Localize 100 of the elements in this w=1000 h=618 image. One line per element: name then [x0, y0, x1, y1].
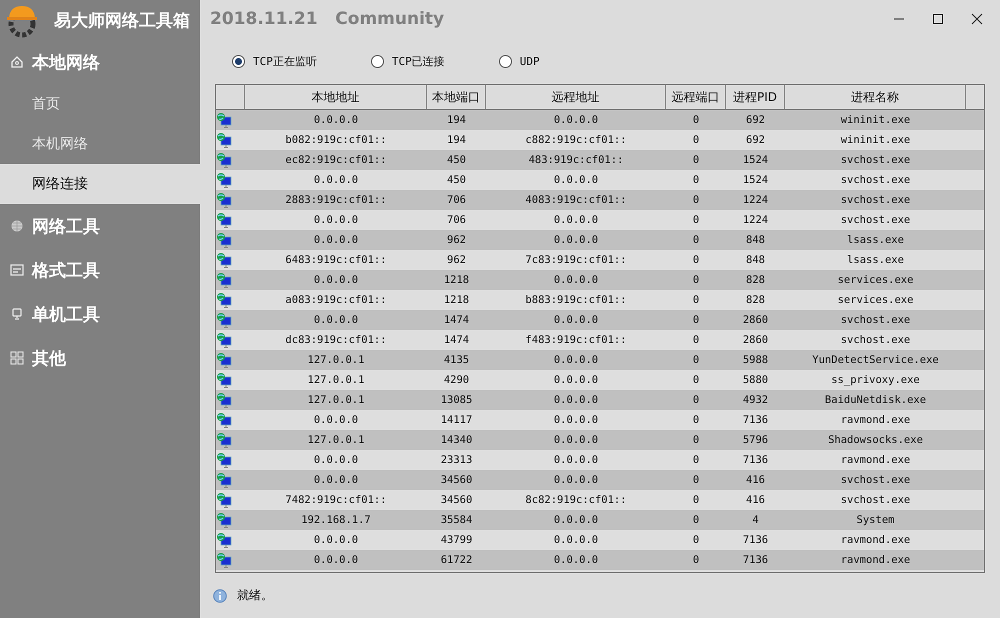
table-row[interactable]: 192.168.1.7 35584 0.0.0.0 0 4 System — [216, 510, 984, 530]
network-computer-icon — [216, 152, 232, 168]
table-row[interactable]: 0.0.0.0 1218 0.0.0.0 0 828 services.exe — [216, 270, 984, 290]
table-row[interactable]: 0.0.0.0 61722 0.0.0.0 0 7136 ravmond.exe — [216, 550, 984, 570]
table-cell-text: 0.0.0.0 — [312, 473, 360, 488]
table-cell-text: 0.0.0.0 — [312, 413, 360, 428]
table-cell-text: 706 — [446, 213, 467, 228]
table-cell-text: 450 — [446, 153, 467, 168]
table-cell-text: 0 — [692, 313, 700, 328]
sidebar-item[interactable]: 网络连接 — [0, 164, 200, 204]
table-cell-text: 0.0.0.0 — [312, 213, 360, 228]
radio-option[interactable]: UDP — [498, 54, 540, 68]
radio-option[interactable]: TCP正在监听 — [232, 54, 317, 68]
table-cell-text: 0 — [692, 393, 700, 408]
table-cell-text: 7136 — [742, 413, 770, 428]
table-cell-text: 483:919c:cf01:: — [528, 153, 624, 168]
table-cell-text: 848 — [745, 253, 766, 268]
table-cell-text: 828 — [745, 273, 766, 288]
table-cell-text: 962 — [446, 233, 467, 248]
group-label: 格式工具 — [32, 260, 100, 282]
table-cell-text: ravmond.exe — [840, 553, 912, 568]
table-row[interactable]: 0.0.0.0 962 0.0.0.0 0 848 lsass.exe — [216, 230, 984, 250]
network-computer-icon — [216, 312, 232, 328]
table-cell-text: 0.0.0.0 — [552, 213, 600, 228]
table-row[interactable]: 2883:919c:cf01:: 706 4083:919c:cf01:: 0 1224 svchost.exe — [216, 190, 984, 210]
table-cell-text: 692 — [745, 133, 766, 148]
close-icon[interactable] — [971, 13, 983, 25]
table-cell-text: 43799 — [440, 533, 474, 548]
column-header[interactable]: 进程名称 — [785, 85, 966, 109]
table-cell-text: 0.0.0.0 — [552, 353, 600, 368]
table-cell-text: 0.0.0.0 — [552, 413, 600, 428]
network-computer-icon — [216, 112, 232, 128]
radio-button[interactable] — [370, 54, 384, 68]
network-computer-icon — [216, 432, 232, 448]
table-cell-text: 7136 — [742, 453, 770, 468]
table-cell-text: 14117 — [440, 413, 474, 428]
group-label: 单机工具 — [32, 304, 100, 326]
table-cell-text: a083:919c:cf01:: — [284, 293, 388, 308]
table-row[interactable]: 127.0.0.1 13085 0.0.0.0 0 4932 BaiduNetdisk.exe — [216, 390, 984, 410]
table-cell-text: 1218 — [442, 273, 470, 288]
table-cell-text: 0 — [692, 113, 700, 128]
table-cell-text: 0 — [692, 253, 700, 268]
table-cell-text: 962 — [446, 253, 467, 268]
column-header[interactable]: 本地地址 — [245, 85, 427, 109]
table-cell-text: 0 — [692, 293, 700, 308]
table-cell-text: 4083:919c:cf01:: — [524, 193, 628, 208]
info-icon — [213, 588, 227, 602]
table-cell-text: services.exe — [836, 273, 914, 288]
network-computer-icon — [216, 132, 232, 148]
table-cell-text: ec82:919c:cf01:: — [284, 153, 388, 168]
table-cell-text: svchost.exe — [840, 473, 912, 488]
table-cell-text: 13085 — [440, 393, 474, 408]
table-row[interactable]: 0.0.0.0 194 0.0.0.0 0 692 wininit.exe — [216, 110, 984, 130]
table-cell-text: 1218 — [442, 293, 470, 308]
table-cell-text: 23313 — [440, 453, 474, 468]
table-cell-text: c882:919c:cf01:: — [524, 133, 628, 148]
table-cell-text: 0 — [692, 413, 700, 428]
radio-option[interactable]: TCP已连接 — [370, 54, 445, 68]
table-cell-text: 1524 — [742, 153, 770, 168]
table-cell-text: 0.0.0.0 — [552, 113, 600, 128]
table-cell-text: 2883:919c:cf01:: — [284, 193, 388, 208]
table-cell-text: 4135 — [442, 353, 470, 368]
sidebar-group[interactable]: 网络工具 — [0, 204, 200, 248]
table-row[interactable]: 127.0.0.1 14340 0.0.0.0 0 5796 Shadowsocks.exe — [216, 430, 984, 450]
column-header[interactable]: 远程端口 — [666, 85, 726, 109]
network-computer-icon — [216, 372, 232, 388]
table-cell-text: 0.0.0.0 — [312, 533, 360, 548]
sidebar-group[interactable]: 单机工具 — [0, 292, 200, 336]
table-cell-text: ravmond.exe — [840, 453, 912, 468]
table-cell-text: 692 — [745, 113, 766, 128]
table-cell-text: 7482:919c:cf01:: — [284, 493, 388, 508]
network-computer-icon — [216, 272, 232, 288]
column-header[interactable]: 远程地址 — [486, 85, 666, 109]
sidebar-group[interactable]: 本地网络 — [0, 40, 200, 84]
table-cell-text: svchost.exe — [840, 213, 912, 228]
sidebar-group[interactable]: 其他 — [0, 336, 200, 380]
column-header[interactable]: 进程PID — [726, 85, 785, 109]
maximize-icon[interactable] — [932, 13, 944, 25]
table-cell-text: svchost.exe — [840, 193, 912, 208]
table-row[interactable]: 127.0.0.1 4135 0.0.0.0 0 5988 YunDetectService.exe — [216, 350, 984, 370]
radio-button[interactable] — [498, 54, 512, 68]
radio-button[interactable] — [232, 54, 245, 68]
table-row[interactable]: 0.0.0.0 34560 0.0.0.0 0 416 svchost.exe — [216, 470, 984, 490]
table-cell-text: 0.0.0.0 — [552, 233, 600, 248]
table-cell-text: 0 — [692, 133, 700, 148]
table-row[interactable]: 0.0.0.0 1474 0.0.0.0 0 2860 svchost.exe — [216, 310, 984, 330]
table-cell-text: wininit.exe — [840, 133, 912, 148]
table-cell-text: 127.0.0.1 — [306, 433, 366, 448]
version-title: 2018.11.21 Community — [210, 9, 444, 29]
table-cell-text: 14340 — [440, 433, 474, 448]
sidebar-group[interactable]: 格式工具 — [0, 248, 200, 292]
table-cell-text: lsass.exe — [846, 233, 905, 248]
table-cell-text: 0 — [692, 153, 700, 168]
status-text: 就绪。 — [237, 587, 273, 604]
column-header[interactable]: 本地端口 — [427, 85, 486, 109]
table-cell-text: 2860 — [742, 333, 770, 348]
network-computer-icon — [216, 392, 232, 408]
table-cell-text: 828 — [745, 293, 766, 308]
table-cell-text: 0.0.0.0 — [312, 273, 360, 288]
table-row[interactable]: ec82:919c:cf01:: 450 483:919c:cf01:: 0 1524 svchost.exe — [216, 150, 984, 170]
